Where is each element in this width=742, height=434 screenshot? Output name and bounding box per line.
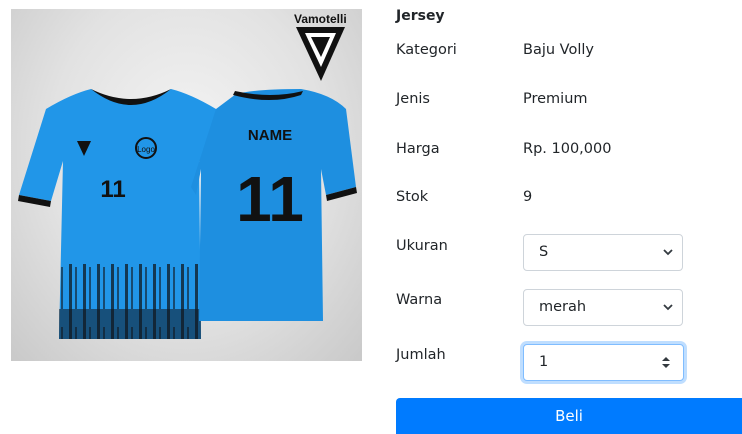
quantity-input-value: 1 xyxy=(539,354,549,370)
vamotelli-v-logo-icon xyxy=(296,27,345,81)
brand-text: Vamotelli xyxy=(294,12,347,26)
back-name: NAME xyxy=(248,127,292,144)
harga-label: Harga xyxy=(396,141,440,157)
front-number: 11 xyxy=(100,176,125,203)
size-select[interactable]: S xyxy=(523,234,683,271)
stok-value: 9 xyxy=(523,189,533,205)
buy-button[interactable]: Beli xyxy=(396,398,742,434)
chevron-down-icon xyxy=(663,249,673,256)
jersey-back: NAME 11 xyxy=(191,89,357,321)
kategori-value: Baju Volly xyxy=(523,42,594,58)
kategori-label: Kategori xyxy=(396,42,457,58)
product-title: Jersey xyxy=(396,8,445,24)
back-number: 11 xyxy=(236,163,304,235)
chest-logo-text: Logo xyxy=(137,145,155,154)
harga-value: Rp. 100,000 xyxy=(523,141,612,157)
size-select-value: S xyxy=(539,244,549,260)
warna-label: Warna xyxy=(396,292,443,308)
product-details: Jersey Kategori Baju Volly Jenis Premium… xyxy=(396,0,742,434)
jenis-label: Jenis xyxy=(396,91,430,107)
jumlah-label: Jumlah xyxy=(396,347,446,363)
color-select[interactable]: merah xyxy=(523,289,683,326)
color-select-value: merah xyxy=(539,299,587,315)
spinner-arrows-icon[interactable] xyxy=(661,355,671,370)
jenis-value: Premium xyxy=(523,91,588,107)
ukuran-label: Ukuran xyxy=(396,238,448,254)
stok-label: Stok xyxy=(396,189,429,205)
product-image: Vamotelli Logo 11 NAME 11 xyxy=(11,9,362,361)
chevron-down-icon xyxy=(663,304,673,311)
quantity-input[interactable]: 1 xyxy=(523,344,684,381)
